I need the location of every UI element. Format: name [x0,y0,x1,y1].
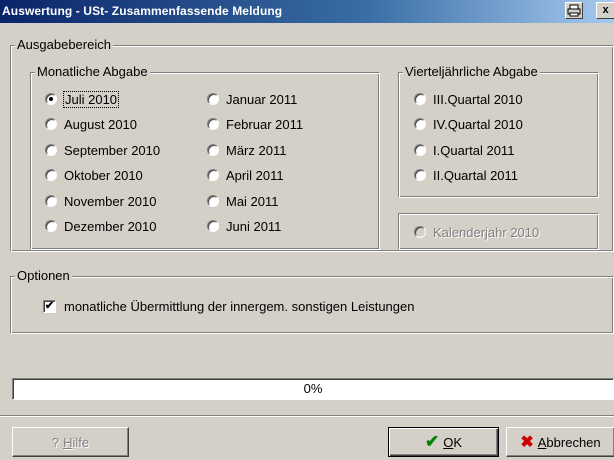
checkmark-icon: ✔ [43,300,56,313]
radio-juli-2010[interactable]: Juli 2010 [45,90,120,108]
radio-icon [414,169,426,181]
close-icon[interactable]: x [596,2,614,19]
radio-icon [45,220,57,232]
radio-mai-2011[interactable]: Mai 2011 [207,192,279,210]
abbrechen-button[interactable]: ✖ Abbrechen [506,427,614,457]
radio-februar-2011[interactable]: Februar 2011 [207,115,303,133]
help-icon: ? [51,434,60,450]
radio-label: Februar 2011 [226,116,304,132]
radio-icon [207,93,219,105]
radio-label: I.Quartal 2011 [433,142,515,158]
radio-januar-2011[interactable]: Januar 2011 [207,90,297,108]
hilfe-button-label: Hilfe [63,435,89,450]
radio-icon [414,118,426,130]
radio-label: Mai 2011 [226,193,279,209]
radio-dezember-2010[interactable]: Dezember 2010 [45,217,157,235]
radio-i-quartal-2011[interactable]: I.Quartal 2011 [414,141,514,159]
radio-label: August 2010 [64,116,138,132]
radio-label: Juni 2011 [226,218,282,234]
abbrechen-rest: bbrechen [546,434,601,450]
radio-label: IV.Quartal 2010 [433,116,523,132]
radio-label: Dezember 2010 [64,218,157,234]
printer-icon[interactable] [565,2,583,19]
radio-label: März 2011 [226,142,287,158]
hilfe-rest: ilfe [72,434,90,450]
radio-iii-quartal-2010[interactable]: III.Quartal 2010 [414,90,523,108]
radio-label: Kalenderjahr 2010 [433,224,540,240]
innergem-leistungen-checkbox[interactable]: ✔ monatliche Übermittlung der innergem. … [43,299,414,314]
radio-april-2011[interactable]: April 2011 [207,166,284,184]
hilfe-mnemonic: H [63,434,73,450]
vierteljaehrliche-abgabe-label: Vierteljährliche Abgabe [403,64,540,80]
radio-icon [207,195,219,207]
radio-iv-quartal-2010[interactable]: IV.Quartal 2010 [414,115,523,133]
progress-bar: 0% [12,378,614,400]
radio-icon [45,169,57,181]
ok-mnemonic: O [443,434,454,450]
radio-icon [207,169,219,181]
ok-rest: K [453,434,463,450]
radio-icon [414,226,426,238]
radio-oktober-2010[interactable]: Oktober 2010 [45,166,143,184]
progress-text: 0% [303,381,323,396]
radio-icon [207,220,219,232]
radio-label: April 2011 [226,167,284,183]
radio-icon [414,144,426,156]
radio-icon [45,195,57,207]
radio-label: II.Quartal 2011 [433,167,519,183]
checkbox-label: monatliche Übermittlung der innergem. so… [64,299,415,314]
radio-icon [414,93,426,105]
radio-label: November 2010 [64,193,157,209]
separator [0,415,614,417]
checkmark-icon: ✔ [424,432,440,451]
radio-ii-quartal-2011[interactable]: II.Quartal 2011 [414,166,518,184]
radio-label: Oktober 2010 [64,167,143,183]
radio-icon [45,144,57,156]
window-title: Auswertung - USt- Zusammenfassende Meldu… [2,4,283,18]
radio-label: III.Quartal 2010 [433,91,523,107]
radio-kalenderjahr-2010[interactable]: Kalenderjahr 2010 [414,223,539,241]
abbrechen-button-label: Abbrechen [538,435,601,450]
radio-november-2010[interactable]: November 2010 [45,192,157,210]
radio-september-2010[interactable]: September 2010 [45,141,160,159]
optionen-label: Optionen [15,268,72,284]
radio-icon [45,118,57,130]
radio-maerz-2011[interactable]: März 2011 [207,141,286,159]
cross-icon: ✖ [520,434,534,451]
radio-august-2010[interactable]: August 2010 [45,115,137,133]
ausgabebereich-label: Ausgabebereich [15,37,113,53]
radio-icon [207,144,219,156]
ok-button-label: OK [443,435,462,450]
radio-label: Juli 2010 [62,90,120,108]
radio-label: Januar 2011 [226,91,298,107]
radio-label: September 2010 [64,142,161,158]
radio-icon [207,118,219,130]
radio-selected-icon [45,93,57,105]
monatliche-abgabe-label: Monatliche Abgabe [35,64,150,80]
ok-button[interactable]: ✔ OK [388,427,499,457]
close-glyph: x [602,4,609,16]
hilfe-button[interactable]: ? Hilfe [12,427,129,457]
radio-juni-2011[interactable]: Juni 2011 [207,217,281,235]
title-bar[interactable]: Auswertung - USt- Zusammenfassende Meldu… [0,0,614,23]
